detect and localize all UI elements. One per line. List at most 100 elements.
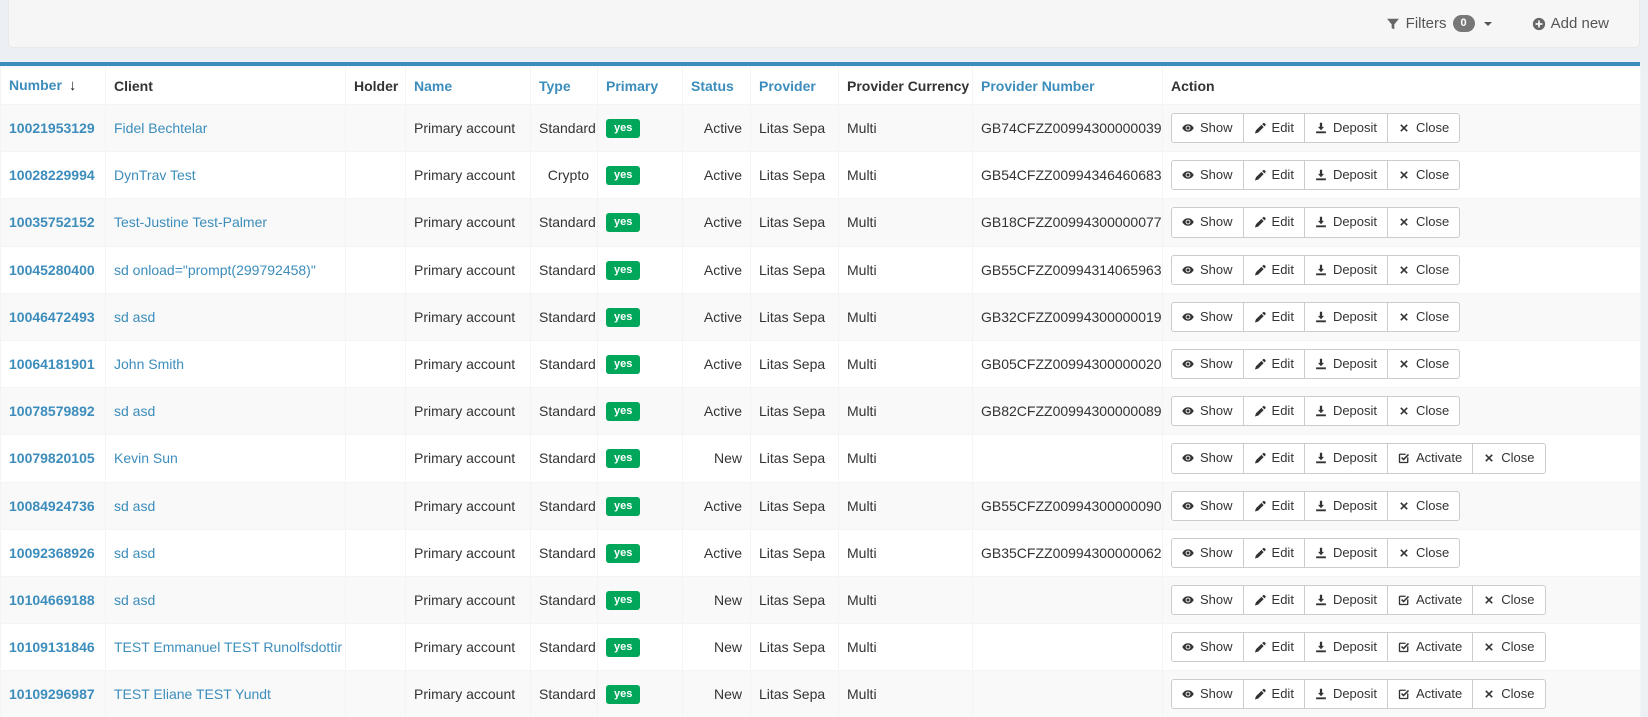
deposit-button[interactable]: Deposit [1304, 255, 1388, 285]
button-label: Edit [1272, 449, 1294, 467]
filters-dropdown-button[interactable]: Filters 0 [1386, 15, 1492, 32]
column-header-provider-number[interactable]: Provider Number [973, 67, 1163, 105]
edit-button[interactable]: Edit [1243, 538, 1305, 568]
deposit-button[interactable]: Deposit [1304, 632, 1388, 662]
client-link[interactable]: John Smith [114, 356, 184, 372]
column-header-primary[interactable]: Primary [598, 67, 683, 105]
edit-button[interactable]: Edit [1243, 160, 1305, 190]
provider-cell: Litas Sepa [751, 482, 839, 529]
edit-button[interactable]: Edit [1243, 113, 1305, 143]
account-number-link[interactable]: 10084924736 [9, 498, 95, 514]
close-button[interactable]: Close [1387, 349, 1460, 379]
deposit-button[interactable]: Deposit [1304, 302, 1388, 332]
client-link[interactable]: sd asd [114, 403, 155, 419]
deposit-button[interactable]: Deposit [1304, 491, 1388, 521]
close-button[interactable]: Close [1472, 632, 1545, 662]
account-number-link[interactable]: 10045280400 [9, 262, 95, 278]
number-cell: 10104669188 [1, 576, 106, 623]
client-link[interactable]: TEST Emmanuel TEST Runolfsdottir [114, 639, 342, 655]
client-link[interactable]: sd asd [114, 309, 155, 325]
column-header-type[interactable]: Type [531, 67, 598, 105]
button-label: Show [1200, 166, 1233, 184]
client-link[interactable]: TEST Eliane TEST Yundt [114, 686, 271, 702]
client-link[interactable]: sd onload="prompt(299792458)" [114, 262, 316, 278]
deposit-button[interactable]: Deposit [1304, 396, 1388, 426]
activate-button[interactable]: Activate [1387, 443, 1473, 473]
deposit-button[interactable]: Deposit [1304, 538, 1388, 568]
number-cell: 10079820105 [1, 435, 106, 482]
edit-button[interactable]: Edit [1243, 207, 1305, 237]
account-number-link[interactable]: 10021953129 [9, 120, 95, 136]
show-button[interactable]: Show [1171, 160, 1244, 190]
column-header-name[interactable]: Name [406, 67, 531, 105]
show-button[interactable]: Show [1171, 679, 1244, 709]
button-label: Close [1501, 591, 1534, 609]
client-link[interactable]: sd asd [114, 592, 155, 608]
primary-badge: yes [606, 261, 640, 280]
account-number-link[interactable]: 10109296987 [9, 686, 95, 702]
close-button[interactable]: Close [1387, 113, 1460, 143]
column-header-number[interactable]: Number↓ [1, 67, 106, 105]
client-link[interactable]: sd asd [114, 498, 155, 514]
client-link[interactable]: Kevin Sun [114, 450, 178, 466]
close-button[interactable]: Close [1472, 679, 1545, 709]
show-button[interactable]: Show [1171, 632, 1244, 662]
show-button[interactable]: Show [1171, 207, 1244, 237]
provider-cell: Litas Sepa [751, 105, 839, 152]
account-number-link[interactable]: 10046472493 [9, 309, 95, 325]
edit-button[interactable]: Edit [1243, 396, 1305, 426]
edit-button[interactable]: Edit [1243, 585, 1305, 615]
deposit-button[interactable]: Deposit [1304, 207, 1388, 237]
deposit-button[interactable]: Deposit [1304, 113, 1388, 143]
edit-button[interactable]: Edit [1243, 302, 1305, 332]
edit-button[interactable]: Edit [1243, 255, 1305, 285]
account-number-link[interactable]: 10079820105 [9, 450, 95, 466]
show-button[interactable]: Show [1171, 349, 1244, 379]
close-button[interactable]: Close [1387, 396, 1460, 426]
account-number-link[interactable]: 10109131846 [9, 639, 95, 655]
deposit-button[interactable]: Deposit [1304, 160, 1388, 190]
client-link[interactable]: sd asd [114, 545, 155, 561]
close-button[interactable]: Close [1387, 538, 1460, 568]
close-button[interactable]: Close [1387, 491, 1460, 521]
show-button[interactable]: Show [1171, 491, 1244, 521]
show-button[interactable]: Show [1171, 302, 1244, 332]
edit-button[interactable]: Edit [1243, 443, 1305, 473]
account-number-link[interactable]: 10092368926 [9, 545, 95, 561]
deposit-button[interactable]: Deposit [1304, 679, 1388, 709]
show-button[interactable]: Show [1171, 255, 1244, 285]
add-new-button[interactable]: Add new [1532, 15, 1609, 32]
activate-button[interactable]: Activate [1387, 585, 1473, 615]
show-button[interactable]: Show [1171, 113, 1244, 143]
column-header-provider[interactable]: Provider [751, 67, 839, 105]
close-button[interactable]: Close [1387, 302, 1460, 332]
account-number-link[interactable]: 10064181901 [9, 356, 95, 372]
activate-button[interactable]: Activate [1387, 679, 1473, 709]
activate-button[interactable]: Activate [1387, 632, 1473, 662]
show-button[interactable]: Show [1171, 443, 1244, 473]
edit-button[interactable]: Edit [1243, 679, 1305, 709]
account-number-link[interactable]: 10104669188 [9, 592, 95, 608]
show-button[interactable]: Show [1171, 396, 1244, 426]
show-button[interactable]: Show [1171, 538, 1244, 568]
close-button[interactable]: Close [1387, 255, 1460, 285]
close-button[interactable]: Close [1387, 160, 1460, 190]
account-number-link[interactable]: 10078579892 [9, 403, 95, 419]
deposit-button[interactable]: Deposit [1304, 585, 1388, 615]
edit-button[interactable]: Edit [1243, 491, 1305, 521]
column-header-status[interactable]: Status [683, 67, 751, 105]
close-button[interactable]: Close [1472, 585, 1545, 615]
show-button[interactable]: Show [1171, 585, 1244, 615]
deposit-button[interactable]: Deposit [1304, 349, 1388, 379]
close-button[interactable]: Close [1472, 443, 1545, 473]
client-link[interactable]: DynTrav Test [114, 167, 196, 183]
primary-cell: yes [598, 624, 683, 671]
client-link[interactable]: Test-Justine Test-Palmer [114, 214, 267, 230]
deposit-button[interactable]: Deposit [1304, 443, 1388, 473]
edit-button[interactable]: Edit [1243, 349, 1305, 379]
account-number-link[interactable]: 10035752152 [9, 214, 95, 230]
edit-button[interactable]: Edit [1243, 632, 1305, 662]
account-number-link[interactable]: 10028229994 [9, 167, 95, 183]
close-button[interactable]: Close [1387, 207, 1460, 237]
client-link[interactable]: Fidel Bechtelar [114, 120, 207, 136]
